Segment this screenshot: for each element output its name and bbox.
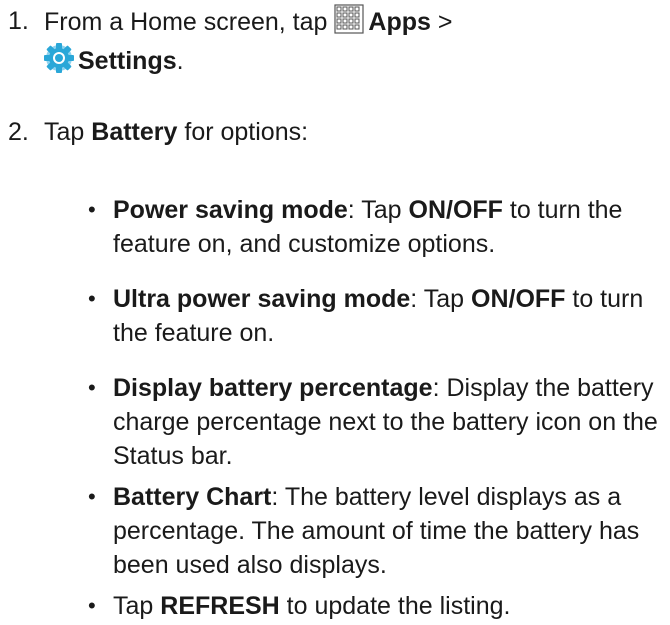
apps-grid-icon: [334, 4, 364, 43]
document-page: 1. From a Home screen, tap Apps > Settin…: [0, 0, 670, 625]
bullet-text-part: : Tap: [410, 285, 471, 313]
step-text-before: Tap: [44, 118, 92, 146]
step-text-after: for options:: [177, 118, 309, 146]
bullet-symbol: •: [88, 593, 96, 618]
bullet-text: Battery Chart: The battery level display…: [113, 480, 662, 582]
bullet-symbol: •: [88, 286, 96, 311]
bullet-term: Display battery percentage: [113, 374, 433, 402]
bullet-text-part: to update the listing.: [279, 592, 511, 620]
step-text: Tap Battery for options:: [44, 115, 660, 149]
bullet-bold: ON/OFF: [408, 196, 503, 224]
bullet-bold: ON/OFF: [471, 285, 566, 313]
settings-gear-icon: [44, 43, 74, 82]
bullet-text: Tap REFRESH to update the listing.: [113, 589, 662, 623]
bullet-symbol: •: [88, 375, 96, 400]
step-text-after: .: [176, 47, 184, 75]
separator: >: [430, 8, 453, 36]
bullet-text: Power saving mode: Tap ON/OFF to turn th…: [113, 193, 662, 261]
bullet-text: Ultra power saving mode: Tap ON/OFF to t…: [113, 282, 662, 350]
step-text: From a Home screen, tap Apps > Settings.: [44, 4, 660, 82]
step-number: 1.: [8, 7, 29, 35]
bullet-text-part: : Tap: [347, 196, 409, 224]
bullet-term: Ultra power saving mode: [113, 285, 411, 313]
settings-label: Settings: [78, 47, 177, 75]
bullet-symbol: •: [88, 197, 96, 222]
step-text-before: From a Home screen, tap: [44, 8, 335, 36]
battery-label: Battery: [91, 118, 178, 146]
bullet-term: Battery Chart: [113, 483, 272, 511]
bullet-symbol: •: [88, 484, 96, 509]
bullet-term: REFRESH: [160, 592, 280, 620]
apps-label: Apps: [368, 8, 431, 36]
bullet-text-part: Tap: [113, 592, 161, 620]
step-number: 2.: [8, 118, 29, 146]
bullet-text: Display battery percentage: Display the …: [113, 371, 662, 473]
bullet-term: Power saving mode: [113, 196, 348, 224]
